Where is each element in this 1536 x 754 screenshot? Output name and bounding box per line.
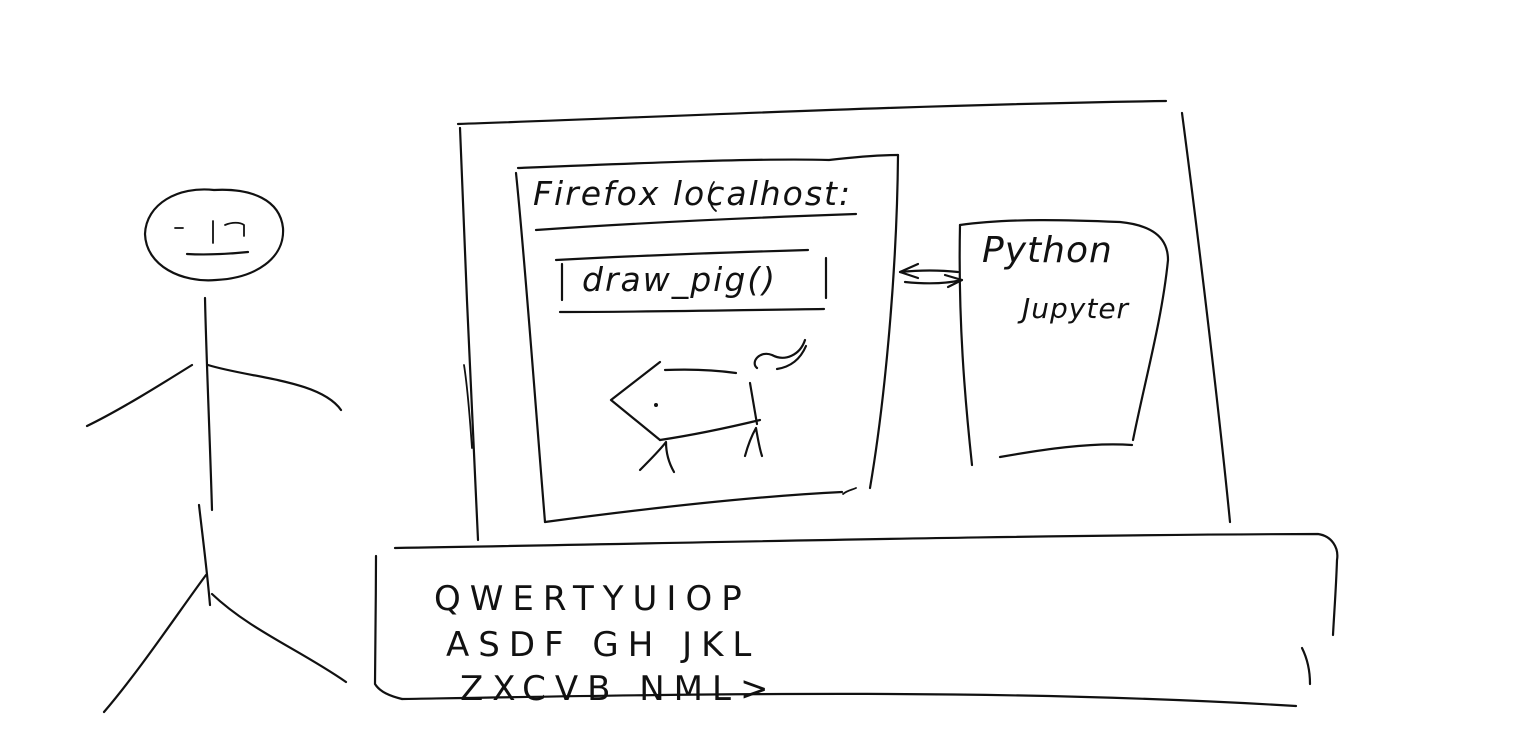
keyboard-row-3: ZXCVB NML> xyxy=(460,669,777,709)
firefox-title: Firefox localhost: xyxy=(533,174,852,213)
stick-figure-icon xyxy=(85,188,348,714)
draw-pig-button-label: draw_pig() xyxy=(582,260,777,299)
pig-drawing-icon xyxy=(609,338,808,474)
keyboard: QWERTYUIOP ASDF GH JKL ZXCVB NML> xyxy=(373,532,1339,709)
python-label: Python xyxy=(982,230,1113,271)
keyboard-row-1: QWERTYUIOP xyxy=(434,579,751,619)
jupyter-kernel-box: Python Jupyter xyxy=(958,219,1170,467)
bidirectional-arrow-icon xyxy=(898,262,964,289)
whiteboard-sketch: QWERTYUIOP ASDF GH JKL ZXCVB NML> Firefo… xyxy=(85,99,1339,714)
jupyter-label: Jupyter xyxy=(1017,292,1130,325)
draw-pig-button[interactable]: draw_pig() xyxy=(554,248,828,314)
keyboard-row-2: ASDF GH JKL xyxy=(446,625,760,665)
firefox-window: Firefox localhost: xyxy=(514,153,900,524)
